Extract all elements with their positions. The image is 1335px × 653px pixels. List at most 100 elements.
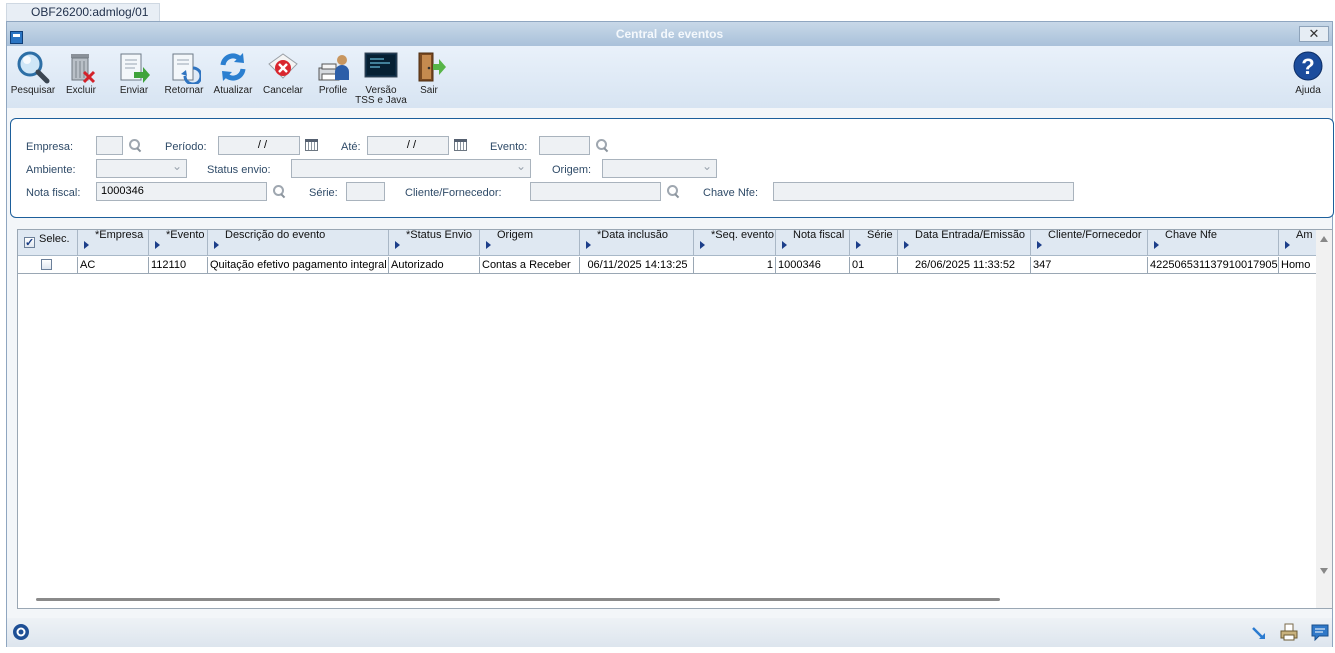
sort-arrow-icon (214, 241, 219, 249)
sort-arrow-icon (486, 241, 491, 249)
cell-nota-fiscal[interactable]: 1000346 (776, 257, 850, 274)
sair-button[interactable]: Sair (403, 50, 455, 108)
ambiente-label: Ambiente: (26, 164, 76, 176)
cell-empresa[interactable]: AC (78, 257, 149, 274)
ate-label: Até: (341, 141, 361, 153)
empresa-search-icon[interactable] (128, 138, 142, 152)
origem-select[interactable] (602, 158, 717, 178)
col-chave-nfe[interactable]: Chave Nfe (1148, 230, 1279, 256)
cell-data-entrada[interactable]: 26/06/2025 11:33:52 (898, 257, 1031, 274)
scroll-up-icon[interactable] (1320, 236, 1328, 242)
col-cliente-fornecedor[interactable]: Cliente/Fornecedor (1031, 230, 1148, 256)
help-icon: ? (1291, 50, 1325, 84)
sort-arrow-icon (904, 241, 909, 249)
col-seq-evento[interactable]: *Seq. evento (694, 230, 776, 256)
select-all-checkbox[interactable] (24, 235, 35, 251)
sort-arrow-icon (856, 241, 861, 249)
evento-input[interactable] (539, 136, 590, 155)
return-document-icon (167, 50, 203, 86)
cell-evento[interactable]: 112110 (149, 257, 208, 274)
events-grid: Selec. *Empresa *Evento Descrição do eve… (17, 229, 1333, 609)
sort-arrow-icon (1154, 241, 1159, 249)
cell-serie[interactable]: 01 (850, 257, 898, 274)
versao-button[interactable]: Versão TSS e Java (355, 50, 407, 108)
svg-text:?: ? (1301, 54, 1314, 79)
horizontal-scrollbar[interactable] (36, 598, 1000, 601)
ate-input[interactable]: / / (367, 136, 449, 155)
chave-nfe-label: Chave Nfe: (703, 187, 759, 199)
versao-label: Versão TSS e Java (355, 85, 407, 106)
search-icon (16, 50, 50, 84)
shortcut-icon[interactable] (1250, 624, 1268, 642)
main-window: Central de eventos ✕ Pesquisar Excluir E… (6, 21, 1334, 647)
cancel-icon (266, 50, 300, 84)
tab-bar: OBF26200:admlog/01 (0, 0, 1335, 21)
cliente-fornecedor-label: Cliente/Fornecedor: (405, 187, 502, 199)
periodo-calendar-icon[interactable] (305, 139, 318, 151)
cancelar-button[interactable]: Cancelar (257, 50, 309, 108)
nota-fiscal-search-icon[interactable] (272, 184, 286, 198)
print-icon[interactable] (1280, 623, 1298, 641)
ate-calendar-icon[interactable] (454, 139, 467, 151)
cell-origem[interactable]: Contas a Receber (480, 257, 580, 274)
col-selec[interactable]: Selec. (18, 230, 78, 256)
retornar-button[interactable]: Retornar (158, 50, 210, 108)
enviar-button[interactable]: Enviar (108, 50, 160, 108)
sort-arrow-icon (782, 241, 787, 249)
origem-label: Origem: (552, 164, 592, 176)
col-evento[interactable]: *Evento (149, 230, 208, 256)
cliente-fornecedor-input[interactable] (530, 182, 661, 201)
pesquisar-label: Pesquisar (10, 85, 56, 96)
excluir-button[interactable]: Excluir (55, 50, 107, 108)
col-serie[interactable]: Série (850, 230, 898, 256)
title-bar: Central de eventos ✕ (7, 22, 1332, 46)
cliente-fornecedor-search-icon[interactable] (666, 184, 680, 198)
col-status-envio[interactable]: *Status Envio (389, 230, 480, 256)
table-row[interactable]: AC 112110 Quitação efetivo pagamento int… (18, 257, 1316, 274)
col-origem[interactable]: Origem (480, 230, 580, 256)
nota-fiscal-input[interactable]: 1000346 (96, 182, 267, 201)
program-tab[interactable]: OBF26200:admlog/01 (6, 3, 160, 21)
cell-status-envio[interactable]: Autorizado (389, 257, 480, 274)
cell-descricao[interactable]: Quitação efetivo pagamento integral (208, 257, 389, 274)
col-empresa[interactable]: *Empresa (78, 230, 149, 256)
sort-arrow-icon (155, 241, 160, 249)
empresa-input[interactable] (96, 136, 123, 155)
retornar-label: Retornar (164, 85, 204, 96)
pesquisar-button[interactable]: Pesquisar (7, 50, 59, 108)
cell-ambiente[interactable]: Homo (1279, 257, 1316, 274)
cell-data-inclusao[interactable]: 06/11/2025 14:13:25 (580, 257, 694, 274)
ajuda-label: Ajuda (1295, 85, 1321, 96)
evento-search-icon[interactable] (595, 138, 609, 152)
status-envio-label: Status envio: (207, 164, 271, 176)
ambiente-select[interactable] (96, 158, 187, 178)
cell-cliente-fornecedor[interactable]: 347 (1031, 257, 1148, 274)
sort-arrow-icon (700, 241, 705, 249)
status-envio-select[interactable] (291, 158, 531, 178)
close-button[interactable]: ✕ (1299, 26, 1329, 42)
vertical-scrollbar[interactable] (1316, 230, 1332, 608)
cell-seq-evento[interactable]: 1 (694, 257, 776, 274)
app-logo-icon[interactable] (12, 623, 30, 641)
evento-label: Evento: (490, 141, 528, 153)
profile-button[interactable]: Profile (307, 50, 359, 108)
periodo-input[interactable]: / / (218, 136, 300, 155)
col-nota-fiscal[interactable]: Nota fiscal (776, 230, 850, 256)
cancelar-label: Cancelar (262, 85, 304, 96)
col-descricao[interactable]: Descrição do evento (208, 230, 389, 256)
serie-input[interactable] (346, 182, 385, 201)
col-data-inclusao[interactable]: *Data inclusão (580, 230, 694, 256)
terminal-icon (364, 50, 398, 84)
atualizar-button[interactable]: Atualizar (207, 50, 259, 108)
exit-door-icon (412, 50, 446, 84)
periodo-label: Período: (165, 141, 207, 153)
row-select-checkbox[interactable] (41, 259, 52, 270)
chave-nfe-input[interactable] (773, 182, 1074, 201)
col-ambiente[interactable]: Am (1279, 230, 1316, 256)
cell-chave-nfe[interactable]: 422506531137910017905 (1148, 257, 1279, 274)
row-select-cell[interactable] (18, 257, 78, 274)
col-data-entrada[interactable]: Data Entrada/Emissão (898, 230, 1031, 256)
message-icon[interactable] (1311, 623, 1329, 642)
ajuda-button[interactable]: ? Ajuda (1282, 50, 1334, 108)
scroll-down-icon[interactable] (1320, 568, 1328, 574)
